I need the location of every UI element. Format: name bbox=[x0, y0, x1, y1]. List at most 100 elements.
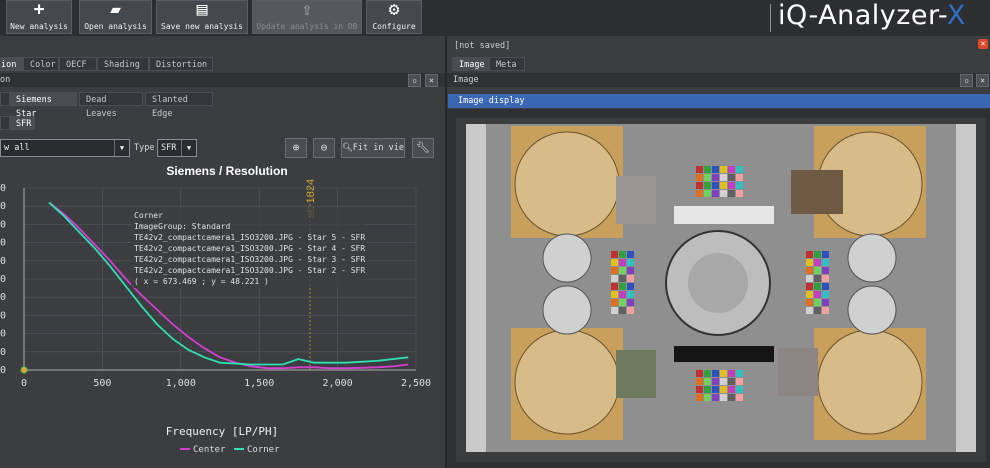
tab-image[interactable]: Image bbox=[452, 57, 489, 71]
resolution-panel-header: on bbox=[0, 73, 445, 87]
tooltip-line: TE42v2_compactcamera1_ISO3200.JPG - Star… bbox=[134, 266, 366, 275]
gear-icon: ⚙ bbox=[388, 0, 400, 20]
zoom-out-icon: ⊖ bbox=[320, 141, 328, 154]
color-patch bbox=[627, 299, 634, 306]
tab-shading[interactable]: Shading bbox=[97, 57, 149, 71]
new-analysis-label: New analysis bbox=[10, 22, 68, 31]
float-panel-icon[interactable]: ▫ bbox=[408, 74, 421, 87]
color-patch bbox=[736, 370, 743, 377]
color-patch bbox=[712, 370, 719, 377]
color-patch bbox=[720, 182, 727, 189]
color-patch bbox=[728, 166, 735, 173]
color-patch bbox=[619, 267, 626, 274]
color-patch bbox=[806, 307, 813, 314]
tab-resolution[interactable]: ion bbox=[0, 57, 23, 71]
toolbar: + New analysis ▰ Open analysis ▤ Save ne… bbox=[0, 0, 990, 36]
siemens-star-br bbox=[817, 329, 923, 435]
type-select[interactable]: SFR ▼ bbox=[157, 139, 197, 157]
chart-tooltip: Corner ImageGroup: Standard TE42v2_compa… bbox=[131, 208, 366, 288]
tab-distortion[interactable]: Distortion bbox=[149, 57, 213, 71]
tab-sfr[interactable]: SFR bbox=[9, 116, 35, 130]
color-patch bbox=[704, 190, 711, 197]
float-panel-icon[interactable]: ▫ bbox=[960, 74, 973, 87]
color-patch bbox=[736, 378, 743, 385]
database-update-icon: ⇪ bbox=[301, 0, 313, 20]
color-patch bbox=[712, 394, 719, 401]
settings-wrench-button[interactable]: 🔧︎ bbox=[412, 138, 434, 158]
color-patch bbox=[720, 174, 727, 181]
y-tick-label: 0 bbox=[0, 274, 6, 285]
dead-leaves-patch-right bbox=[778, 348, 818, 396]
color-patch bbox=[696, 394, 703, 401]
color-patch bbox=[619, 291, 626, 298]
open-analysis-label: Open analysis bbox=[84, 22, 147, 31]
folder-icon: ▰ bbox=[110, 0, 121, 20]
color-patch bbox=[720, 394, 727, 401]
color-patch bbox=[627, 283, 634, 290]
siemens-star-right-bottom bbox=[847, 285, 897, 335]
view-select-value: w all bbox=[4, 143, 30, 153]
color-patch bbox=[619, 275, 626, 282]
y-tick-label: 0 bbox=[0, 256, 6, 267]
color-patch bbox=[814, 299, 821, 306]
color-patch bbox=[736, 174, 743, 181]
siemens-star-center-inner bbox=[688, 253, 748, 313]
tab-color[interactable]: Color bbox=[23, 57, 59, 71]
tab-slanted-edge[interactable]: Slanted Edge bbox=[145, 92, 213, 119]
resolution-chart[interactable]: Siemens / Resolution 0 0 0 0 0 0 0 0 0 0 0 0 500 1,0… bbox=[0, 160, 445, 460]
color-patch bbox=[720, 370, 727, 377]
fit-in-view-button[interactable]: 🔍︎Fit in vie bbox=[341, 138, 405, 158]
zoom-in-button[interactable]: ⊕ bbox=[285, 138, 307, 158]
chart-legend: Center Corner bbox=[180, 445, 280, 455]
color-patch bbox=[611, 251, 618, 258]
save-new-analysis-button[interactable]: ▤ Save new analysis bbox=[156, 0, 248, 34]
color-patch bbox=[611, 267, 618, 274]
x-ticks: 0 500 1,000 1,500 2,000 2,500 bbox=[21, 378, 431, 389]
color-patch bbox=[822, 307, 829, 314]
tab-meta[interactable]: Meta bbox=[489, 57, 525, 71]
update-analysis-button[interactable]: ⇪ Update analysis in DB bbox=[252, 0, 362, 34]
color-patch bbox=[704, 386, 711, 393]
tab-dead-leaves[interactable]: Dead Leaves bbox=[79, 92, 143, 119]
chart-title: Siemens / Resolution bbox=[166, 164, 287, 178]
y-tick-label: 0 bbox=[0, 238, 6, 249]
color-patch bbox=[611, 259, 618, 266]
siemens-star-right-top bbox=[847, 233, 897, 283]
x-tick-label: 500 bbox=[93, 378, 111, 389]
zoom-out-button[interactable]: ⊖ bbox=[313, 138, 335, 158]
configure-button[interactable]: ⚙ Configure bbox=[366, 0, 422, 34]
chevron-down-icon: ▼ bbox=[181, 140, 196, 156]
color-patch bbox=[728, 370, 735, 377]
view-select[interactable]: w all ▼ bbox=[0, 139, 130, 157]
x-axis-label: Frequency [LP/PH] bbox=[166, 425, 279, 438]
test-chart-image[interactable] bbox=[456, 118, 986, 462]
color-patch bbox=[728, 174, 735, 181]
color-patch bbox=[696, 190, 703, 197]
dead-leaves-patch-top bbox=[616, 176, 656, 224]
color-patch bbox=[696, 386, 703, 393]
dark-patch-strip bbox=[674, 346, 774, 362]
save-status: [not saved] bbox=[454, 41, 511, 51]
y-tick-label: 0 bbox=[0, 219, 6, 230]
chevron-down-icon: ▼ bbox=[114, 140, 129, 156]
panel-title: on bbox=[0, 75, 11, 85]
siemens-star-tl bbox=[514, 131, 620, 237]
color-patch bbox=[814, 267, 821, 274]
x-tick-label: 2,500 bbox=[401, 378, 431, 389]
open-analysis-button[interactable]: ▰ Open analysis bbox=[79, 0, 152, 34]
close-red-icon[interactable]: × bbox=[978, 39, 988, 49]
tab-oecf[interactable]: OECF bbox=[59, 57, 97, 71]
close-panel-icon[interactable]: × bbox=[976, 74, 989, 87]
tab-siemens-star[interactable]: Siemens Star bbox=[9, 92, 77, 119]
y-tick-label: 0 bbox=[0, 292, 6, 303]
color-patch bbox=[814, 259, 821, 266]
color-patch bbox=[822, 291, 829, 298]
color-patch bbox=[814, 283, 821, 290]
color-patch bbox=[704, 378, 711, 385]
color-patch bbox=[619, 283, 626, 290]
x-tick-label: 0 bbox=[21, 378, 27, 389]
close-panel-icon[interactable]: × bbox=[425, 74, 438, 87]
image-panel-header: Image bbox=[447, 73, 990, 87]
new-analysis-button[interactable]: + New analysis bbox=[6, 0, 72, 34]
color-patch bbox=[627, 267, 634, 274]
